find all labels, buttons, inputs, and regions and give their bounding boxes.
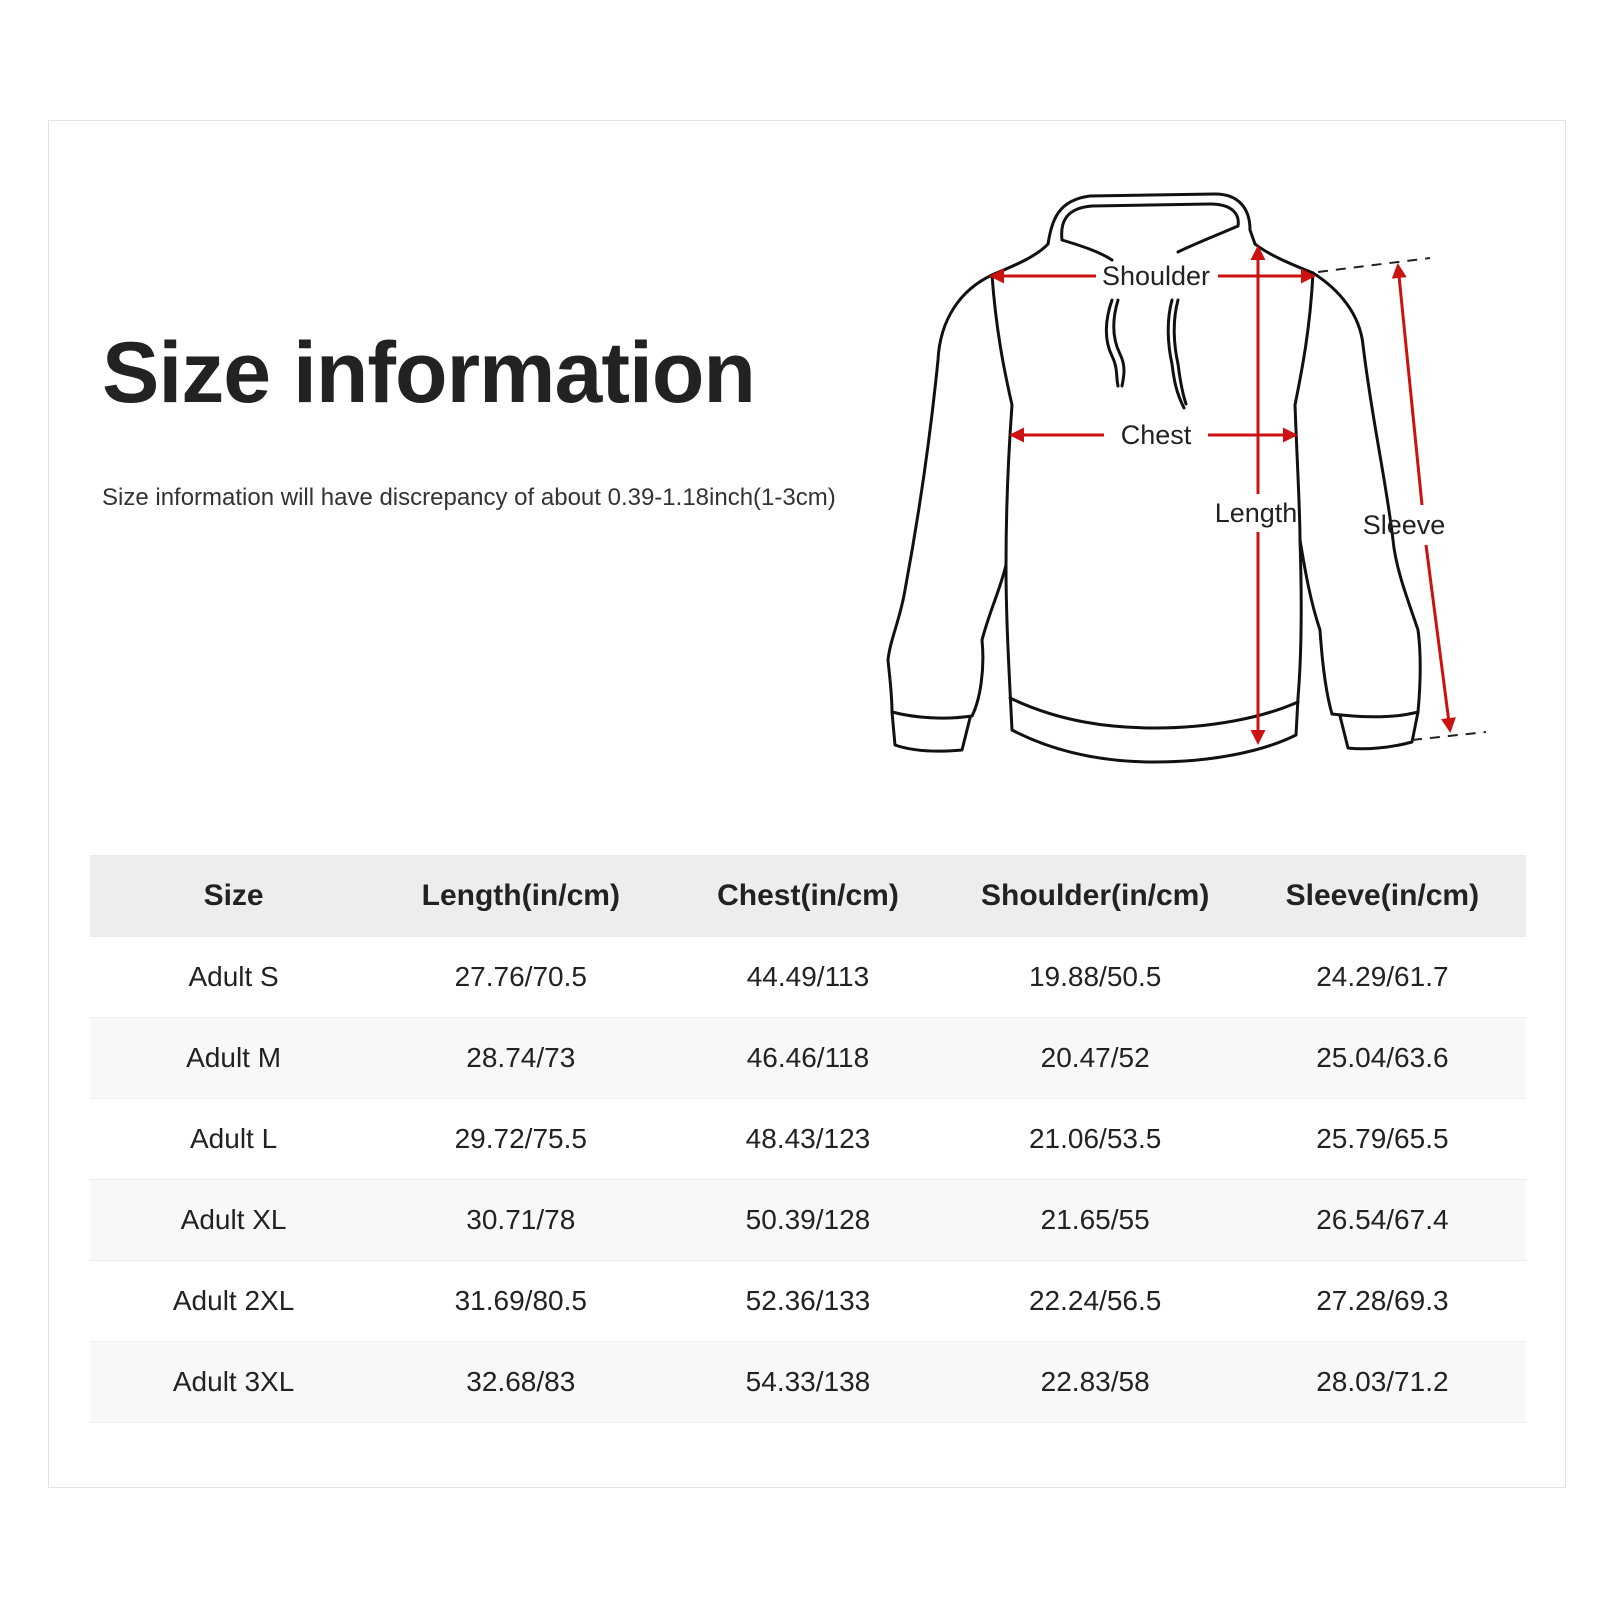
- length-cell: 27.76/70.5: [377, 937, 665, 1018]
- length-cell: 28.74/73: [377, 1017, 665, 1099]
- size-cell: Adult M: [90, 1017, 378, 1099]
- chest-cell: 54.33/138: [664, 1341, 952, 1423]
- length-cell: 32.68/83: [377, 1341, 665, 1423]
- header-chest: Chest(in/cm): [664, 855, 952, 937]
- shoulder-cell: 20.47/52: [951, 1017, 1239, 1099]
- size-cell: Adult L: [90, 1098, 378, 1180]
- size-cell: Adult S: [90, 937, 378, 1018]
- shoulder-label: Shoulder: [1102, 261, 1210, 291]
- sleeve-cell: 26.54/67.4: [1238, 1179, 1526, 1261]
- chest-cell: 44.49/113: [664, 937, 952, 1018]
- chest-cell: 52.36/133: [664, 1260, 952, 1342]
- table-header-row: Size Length(in/cm) Chest(in/cm) Shoulder…: [90, 855, 1526, 937]
- header-size: Size: [90, 855, 378, 937]
- guide-lines: [1317, 257, 1487, 741]
- length-cell: 29.72/75.5: [377, 1098, 665, 1180]
- table-row: Adult XL 30.71/78 50.39/128 21.65/55 26.…: [90, 1179, 1526, 1261]
- header-sleeve: Sleeve(in/cm): [1238, 855, 1526, 937]
- page-title: Size information: [102, 325, 756, 421]
- shoulder-cell: 21.65/55: [951, 1179, 1239, 1261]
- shoulder-cell: 19.88/50.5: [951, 937, 1239, 1018]
- sleeve-cell: 25.04/63.6: [1238, 1017, 1526, 1099]
- header-shoulder: Shoulder(in/cm): [951, 855, 1239, 937]
- sleeve-label: Sleeve: [1363, 510, 1446, 540]
- sleeve-cell: 24.29/61.7: [1238, 937, 1526, 1018]
- sleeve-cell: 28.03/71.2: [1238, 1341, 1526, 1423]
- length-cell: 30.71/78: [377, 1179, 665, 1261]
- hoodie-illustration: Shoulder Chest Length Sleeve: [886, 192, 1487, 764]
- chest-label: Chest: [1121, 420, 1192, 450]
- size-cell: Adult XL: [90, 1179, 378, 1261]
- chest-cell: 46.46/118: [664, 1017, 952, 1099]
- size-discrepancy-note: Size information will have discrepancy o…: [102, 484, 836, 511]
- sleeve-cell: 27.28/69.3: [1238, 1260, 1526, 1342]
- sleeve-cell: 25.79/65.5: [1238, 1098, 1526, 1180]
- header-length: Length(in/cm): [377, 855, 665, 937]
- size-cell: Adult 2XL: [90, 1260, 378, 1342]
- shoulder-cell: 22.24/56.5: [951, 1260, 1239, 1342]
- table-row: Adult 2XL 31.69/80.5 52.36/133 22.24/56.…: [90, 1260, 1526, 1342]
- table-row: Adult L 29.72/75.5 48.43/123 21.06/53.5 …: [90, 1098, 1526, 1180]
- shoulder-cell: 22.83/58: [951, 1341, 1239, 1423]
- shoulder-cell: 21.06/53.5: [951, 1098, 1239, 1180]
- size-cell: Adult 3XL: [90, 1341, 378, 1423]
- size-chart-table: Size Length(in/cm) Chest(in/cm) Shoulder…: [90, 855, 1526, 1423]
- chest-cell: 50.39/128: [664, 1179, 952, 1261]
- hoodie-measurement-diagram: Shoulder Chest Length Sleeve: [880, 180, 1520, 800]
- table-row: Adult 3XL 32.68/83 54.33/138 22.83/58 28…: [90, 1341, 1526, 1423]
- table-row: Adult S 27.76/70.5 44.49/113 19.88/50.5 …: [90, 937, 1526, 1018]
- length-cell: 31.69/80.5: [377, 1260, 665, 1342]
- length-label: Length: [1215, 498, 1298, 528]
- measurement-arrows: [989, 245, 1456, 745]
- chest-cell: 48.43/123: [664, 1098, 952, 1180]
- table-row: Adult M 28.74/73 46.46/118 20.47/52 25.0…: [90, 1017, 1526, 1099]
